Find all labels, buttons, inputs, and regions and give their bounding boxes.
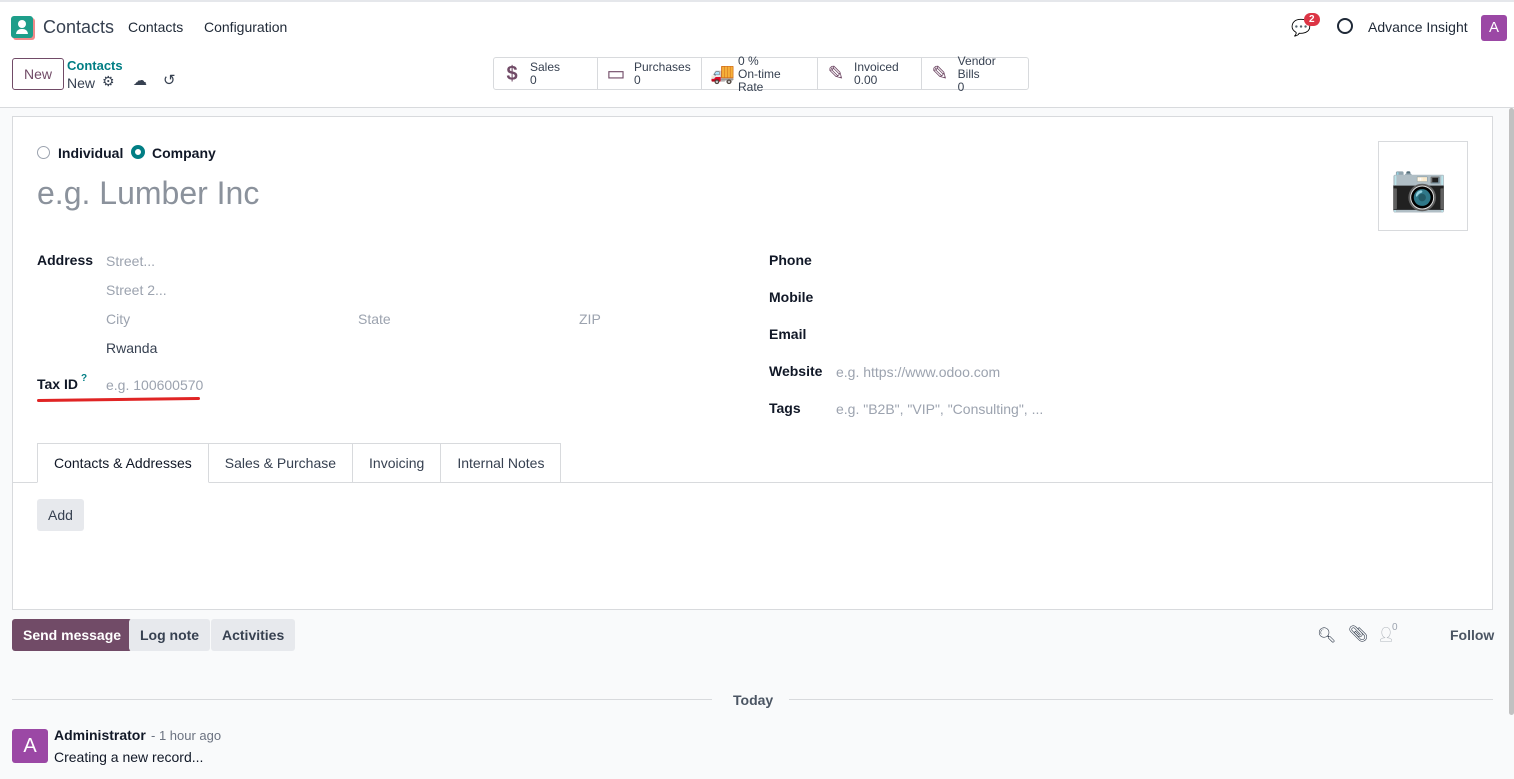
credit-card-icon: ▭	[606, 62, 626, 85]
city-input[interactable]: City	[106, 311, 130, 327]
state-input[interactable]: State	[358, 311, 391, 327]
vendor-bills-stat-button[interactable]: ✎ Vendor Bills 0	[922, 53, 1028, 93]
website-label: Website	[769, 363, 823, 379]
truck-icon: 🚚	[710, 62, 735, 85]
mobile-label: Mobile	[769, 289, 814, 305]
stat-value: 0	[634, 73, 641, 87]
follow-button[interactable]: Follow	[1450, 627, 1494, 643]
email-label: Email	[769, 326, 807, 342]
street-input[interactable]: Street...	[106, 253, 155, 269]
cloud-upload-icon[interactable]: ☁	[133, 72, 147, 89]
discard-icon[interactable]: ↺	[163, 71, 176, 89]
address-label: Address	[37, 252, 94, 268]
message-time: - 1 hour ago	[151, 728, 222, 743]
stat-value: 0	[957, 79, 965, 94]
stat-label: Purchases	[634, 60, 691, 74]
taxid-input[interactable]: e.g. 100600570	[106, 377, 203, 393]
message-body: Creating a new record...	[54, 749, 204, 765]
tags-label: Tags	[769, 400, 801, 416]
message-author[interactable]: Administrator	[54, 727, 146, 743]
activities-button[interactable]: Activities	[211, 619, 296, 651]
tags-input[interactable]: e.g. "B2B", "VIP", "Consulting", ...	[836, 401, 1043, 417]
search-icon[interactable]: 🔍︎	[1317, 626, 1336, 644]
name-input[interactable]: e.g. Lumber Inc	[37, 175, 259, 212]
send-message-button[interactable]: Send message	[12, 619, 133, 651]
app-logo-icon[interactable]	[11, 16, 33, 38]
tab-sales-purchase[interactable]: Sales & Purchase	[207, 443, 354, 482]
activity-clock-icon[interactable]	[1337, 18, 1353, 34]
top-navbar: Contacts Contacts Configuration 💬 2 Adva…	[0, 0, 1514, 50]
individual-label[interactable]: Individual	[58, 145, 123, 161]
paperclip-icon[interactable]: 📎︎	[1348, 624, 1368, 644]
individual-radio[interactable]	[37, 146, 50, 159]
edit-icon: ✎	[827, 62, 845, 85]
dollar-icon: $	[506, 62, 518, 85]
messages-badge: 2	[1304, 13, 1320, 26]
breadcrumb-current: New	[67, 75, 96, 91]
phone-label: Phone	[769, 252, 812, 268]
highlight-underline	[36, 397, 201, 402]
smart-buttons: $ Sales 0 ▭ Purchases 0 🚚 0 % On-time Rate ✎ In…	[493, 53, 1029, 93]
new-button[interactable]: New	[12, 58, 64, 90]
edit-icon: ✎	[931, 62, 949, 85]
menu-contacts[interactable]: Contacts	[128, 19, 183, 35]
street2-input[interactable]: Street 2...	[106, 282, 167, 298]
image-upload[interactable]: 📷	[1378, 141, 1468, 231]
company-label[interactable]: Company	[152, 145, 216, 161]
tab-internal-notes[interactable]: Internal Notes	[440, 443, 562, 482]
scrollbar[interactable]	[1509, 108, 1514, 715]
user-name[interactable]: Advance Insight	[1368, 19, 1468, 35]
breadcrumb-contacts[interactable]: Contacts	[67, 58, 123, 73]
followers-count: 0	[1392, 622, 1398, 633]
notebook-tabs: Contacts & Addresses Sales & Purchase In…	[37, 443, 562, 483]
taxid-label: Tax ID	[37, 376, 78, 392]
stat-value: 0.00	[854, 73, 878, 87]
purchases-stat-button[interactable]: ▭ Purchases 0	[598, 58, 702, 90]
stat-label: Vendor Bills	[957, 53, 996, 81]
taxid-help-icon[interactable]: ?	[81, 373, 87, 384]
invoiced-stat-button[interactable]: ✎ Invoiced 0.00	[818, 58, 922, 90]
user-avatar[interactable]: A	[1481, 15, 1507, 41]
country-input[interactable]: Rwanda	[106, 340, 157, 356]
ontime-rate-stat-button[interactable]: 🚚 0 % On-time Rate	[702, 53, 818, 93]
zip-input[interactable]: ZIP	[579, 311, 601, 327]
date-separator: Today	[733, 692, 774, 708]
message-avatar: A	[12, 729, 48, 763]
form-sheet: Individual Company e.g. Lumber Inc 📷 Add…	[12, 116, 1493, 610]
tab-invoicing[interactable]: Invoicing	[352, 443, 442, 482]
log-note-button[interactable]: Log note	[129, 619, 211, 651]
stat-value: On-time Rate	[738, 66, 781, 94]
stat-label: 0 %	[738, 53, 759, 68]
gear-icon[interactable]: ⚙	[102, 73, 115, 90]
sales-stat-button[interactable]: $ Sales 0	[494, 58, 598, 90]
company-radio[interactable]	[131, 145, 145, 159]
stat-value: 0	[530, 73, 537, 87]
camera-plus-icon: 📷	[1390, 161, 1448, 213]
tab-contacts-addresses[interactable]: Contacts & Addresses	[37, 443, 209, 483]
add-contact-button[interactable]: Add	[37, 499, 84, 531]
menu-configuration[interactable]: Configuration	[204, 19, 287, 35]
app-title[interactable]: Contacts	[43, 17, 114, 38]
website-input[interactable]: e.g. https://www.odoo.com	[836, 364, 1000, 380]
